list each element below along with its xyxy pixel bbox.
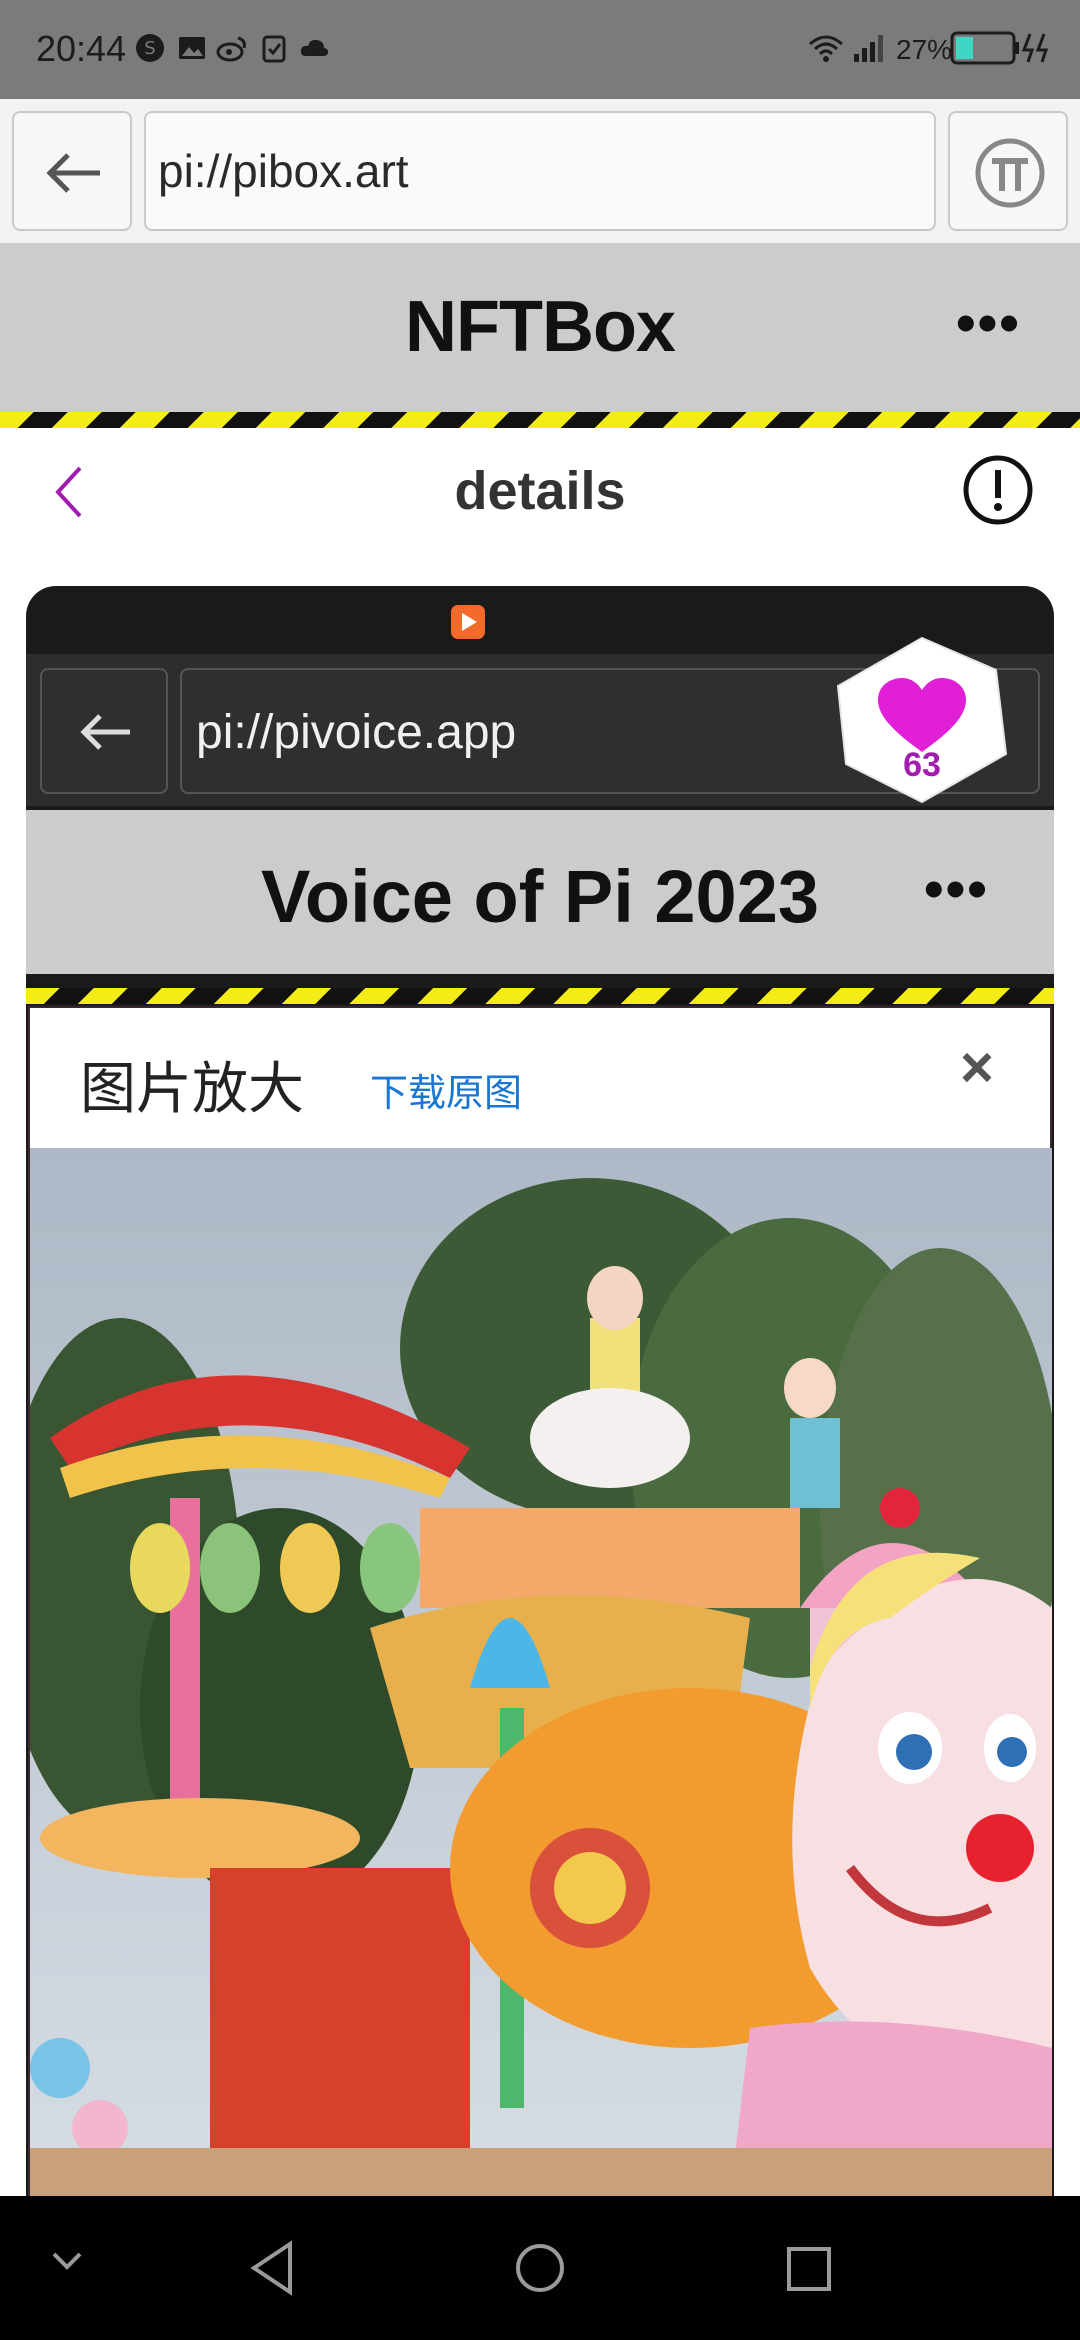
svg-text:S: S [144, 38, 155, 59]
system-nav-bar [0, 2196, 1080, 2340]
inner-back-button [40, 668, 168, 794]
arrow-left-icon [80, 714, 130, 750]
nav-back-icon[interactable] [248, 2240, 296, 2296]
status-bar: 20:44 S 27% [0, 0, 1080, 99]
app-header: NFTBox ••• [0, 244, 1080, 412]
parade-float-photo [30, 1148, 1052, 2196]
signal-icon [854, 35, 883, 62]
image-icon [179, 37, 205, 59]
modal-title: 图片放大 [80, 1057, 304, 1120]
inner-hazard-stripe [26, 988, 1054, 1004]
heart-icon [878, 678, 966, 752]
like-badge[interactable]: 63 [836, 636, 1008, 804]
chevron-down-icon[interactable] [50, 2250, 84, 2272]
url-text: pi://pibox.art [158, 145, 409, 197]
inner-app-title: Voice of Pi 2023 [261, 855, 819, 938]
inner-app-header: Voice of Pi 2023 ••• [26, 810, 1054, 974]
status-time: 20:44 [36, 28, 127, 69]
inner-more-icon: ••• [924, 857, 989, 920]
clipboard-icon [262, 35, 286, 63]
play-app-icon [451, 605, 485, 639]
pi-menu-button[interactable] [948, 111, 1068, 231]
nav-recents-icon[interactable] [786, 2246, 832, 2292]
info-icon[interactable] [962, 454, 1034, 526]
nft-card[interactable]: pi://pivoice.app Voice of Pi 2023 ••• 图片… [26, 586, 1054, 2196]
inner-url-text: pi://pivoice.app [196, 706, 517, 759]
pi-logo-icon [975, 138, 1045, 208]
more-menu-button[interactable]: ••• [956, 290, 1021, 355]
app-title: NFTBox [405, 287, 676, 367]
url-field[interactable]: pi://pibox.art [144, 111, 936, 231]
close-icon: × [960, 1035, 994, 1100]
wifi-icon [809, 35, 843, 62]
hazard-stripe [0, 412, 1080, 428]
battery-charging-icon [950, 31, 1049, 65]
battery-percent: 27% [896, 34, 953, 65]
image-zoom-modal: 图片放大 下载原图 × [28, 1006, 1052, 2196]
nav-home-icon[interactable] [514, 2242, 566, 2294]
s-circle-icon: S [136, 34, 164, 62]
cloud-icon [300, 39, 329, 56]
like-count: 63 [903, 746, 941, 784]
arrow-left-icon [46, 153, 100, 193]
page-title: details [454, 461, 626, 521]
browser-bar: pi://pibox.art [0, 99, 1080, 245]
download-original-link: 下载原图 [370, 1073, 523, 1115]
weibo-icon [216, 36, 246, 62]
browser-back-button[interactable] [12, 111, 132, 231]
